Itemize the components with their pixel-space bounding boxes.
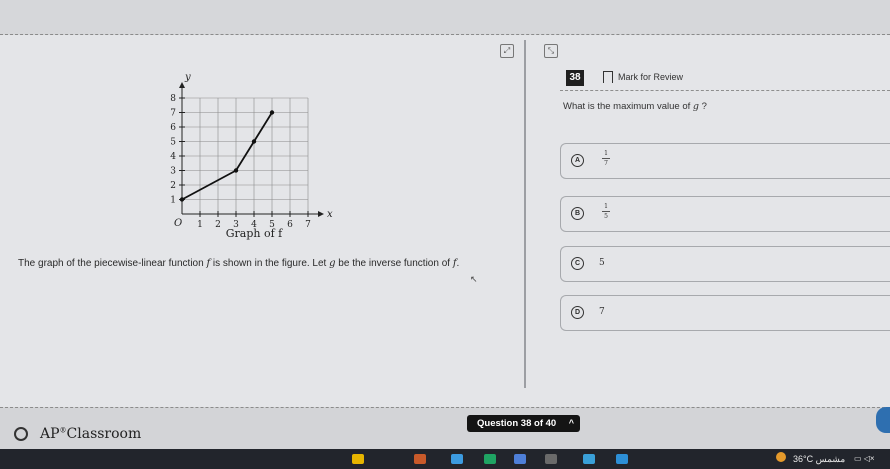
taskbar-app-icon[interactable] [484,454,496,464]
graph-of-f: 1 2 3 4 5 6 712345678 y x O [170,72,333,230]
choice-letter: A [571,154,584,167]
speaker-icon[interactable]: ▭ ◁× [854,454,875,463]
graph-axes [179,82,324,217]
series-point [269,110,275,115]
choice-letter: B [571,207,584,220]
top-bar [0,0,890,35]
denominator: 5 [604,213,608,220]
stem-part: The graph of the piecewise-linear functi… [18,258,207,269]
taskbar [0,449,890,469]
y-tick-label: 8 [170,94,176,104]
brand-registered: ® [59,426,67,435]
series-point [251,139,257,144]
series-point [233,168,239,173]
weather-condition: مشمس [815,454,846,464]
choice-d[interactable]: D 7 [560,295,890,331]
x-tick-label: 7 [305,220,311,230]
next-button[interactable] [876,407,890,433]
choice-b[interactable]: B 1 5 [560,196,890,232]
x-axis-label: x [327,209,333,220]
taskbar-app-icon[interactable] [414,454,426,464]
question-stem: The graph of the piecewise-linear functi… [18,258,459,269]
stem-part: . [456,258,460,269]
prompt-part: What is the maximum value of [563,101,693,112]
series-point [179,197,185,202]
y-tick-label: 2 [170,181,176,191]
choice-letter: D [571,306,584,319]
ap-logo-icon [14,427,28,441]
temperature: 36°C [793,454,814,464]
choice-text: 7 [599,307,605,317]
origin-label: O [174,218,182,229]
choice-text: 5 [599,258,605,268]
expand-icon[interactable]: ⤡ [544,44,558,58]
numerator: 1 [604,150,608,157]
taskbar-app-icon[interactable] [352,454,364,464]
panel-divider[interactable] [524,40,526,388]
header-divider [560,90,890,91]
weather-icon[interactable] [776,452,786,462]
choice-fraction: 1 5 [602,203,610,220]
choice-a[interactable]: A 1 7 [560,143,890,179]
taskbar-app-icon[interactable] [616,454,628,464]
y-tick-label: 6 [170,123,176,133]
brand-ap: AP [40,426,60,442]
taskbar-app-icon[interactable] [451,454,463,464]
choice-letter: C [571,257,584,270]
y-tick-label: 4 [170,152,176,162]
question-prompt: What is the maximum value of g ? [563,101,707,112]
graph-caption: Graph of f [225,227,283,240]
stem-part: is shown in the figure. Let [210,258,330,269]
x-axis-arrow [318,211,324,217]
question-number: 38 [566,70,584,86]
collapse-icon[interactable]: ⤢ [500,44,514,58]
choice-c[interactable]: C 5 [560,246,890,282]
fraction-bar [602,158,610,159]
numerator: 1 [604,203,608,210]
x-tick-label: 1 [197,220,203,230]
choice-fraction: 1 7 [602,150,610,167]
y-axis-label: y [184,72,191,83]
bookmark-icon[interactable] [603,71,613,83]
y-tick-label: 5 [170,138,176,148]
question-navigator-label: Question 38 of 40 [477,418,557,429]
chevron-up-icon: ^ [568,418,574,428]
weather-readout[interactable]: 36°C مشمس [793,454,845,465]
stem-part: be the inverse function of [335,258,453,269]
fraction-bar [602,211,610,212]
mouse-cursor-icon: ↖ [470,274,478,284]
denominator: 7 [604,160,608,167]
taskbar-app-icon[interactable] [545,454,557,464]
question-navigator-button[interactable]: Question 38 of 40 ^ [467,415,580,432]
brand-classroom: Classroom [66,426,142,442]
brand-name: AP®Classroom [40,426,141,442]
mark-for-review-button[interactable]: Mark for Review [618,72,683,82]
taskbar-app-icon[interactable] [583,454,595,464]
y-tick-label: 7 [170,109,176,119]
y-tick-label: 1 [170,196,176,206]
taskbar-app-icon[interactable] [514,454,526,464]
prompt-part: ? [698,101,707,112]
y-tick-label: 3 [170,167,176,177]
